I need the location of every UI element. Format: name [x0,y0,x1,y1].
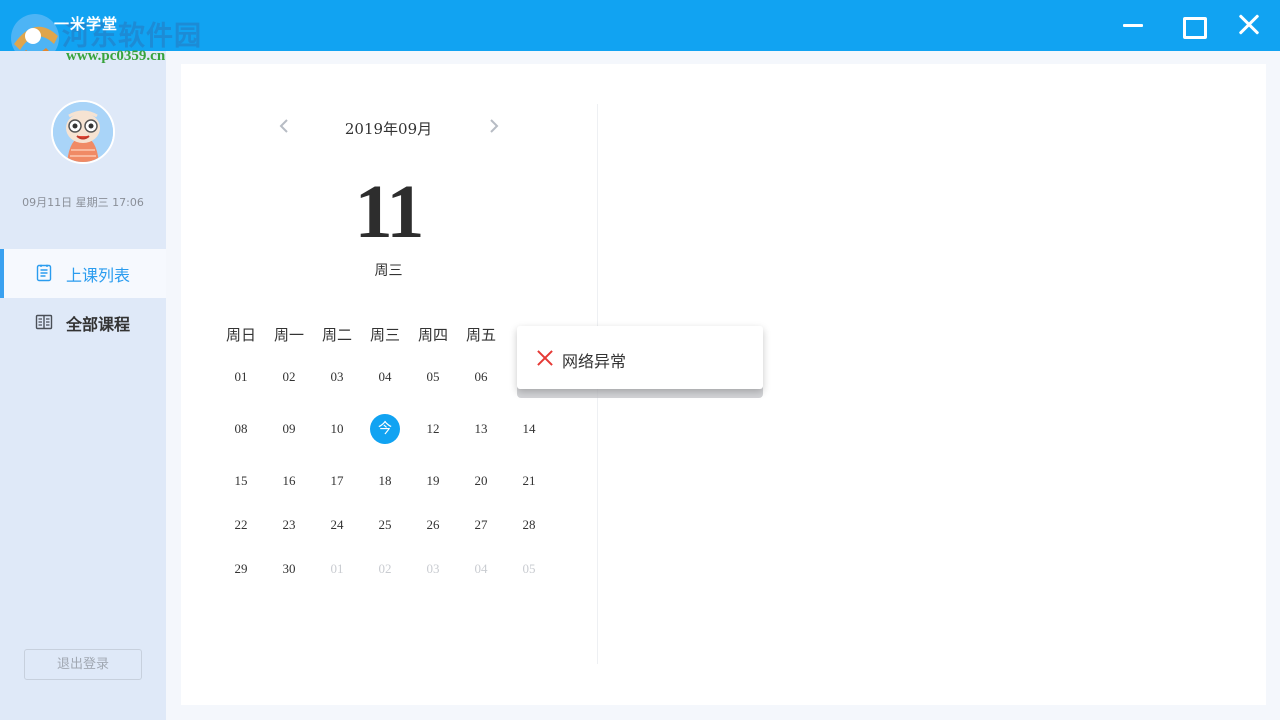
watermark-url: www.pc0359.cn [66,48,166,64]
maximize-icon[interactable] [1177,10,1207,40]
weekday-header: 周五 [465,326,496,344]
calendar-day[interactable]: 05 [509,554,549,584]
weekday-header: 周一 [273,326,304,344]
calendar-day[interactable]: 12 [413,414,453,444]
calendar-day[interactable]: 04 [461,554,501,584]
sidebar: 09月11日 星期三 17:06 上课列表 全部课程 退出登录 [0,51,166,720]
sidebar-item-all-courses[interactable]: 全部课程 [0,298,166,347]
calendar-day[interactable]: 02 [365,554,405,584]
calendar-day[interactable]: 25 [365,510,405,540]
calendar-day[interactable]: 08 [221,414,261,444]
chevron-left-icon[interactable] [277,119,291,133]
calendar-day[interactable]: 10 [317,414,357,444]
calendar-day[interactable]: 21 [509,466,549,496]
toast-message: 网络异常 [562,352,627,371]
calendar-month-title: 2019年09月 [344,120,433,138]
sidebar-item-class-list[interactable]: 上课列表 [0,249,166,298]
calendar-day[interactable]: 18 [365,466,405,496]
current-datetime: 09月11日 星期三 17:06 [22,196,144,209]
weekday-header: 周日 [225,326,256,344]
calendar-day[interactable]: 06 [461,362,501,392]
calendar-day[interactable]: 16 [269,466,309,496]
weekday-header: 周四 [417,326,448,344]
calendar-day[interactable]: 14 [509,414,549,444]
calendar-day[interactable]: 02 [269,362,309,392]
list-icon [36,264,52,282]
calendar-day[interactable]: 24 [317,510,357,540]
calendar-day[interactable]: 03 [317,362,357,392]
selected-day-number: 11 [354,170,425,254]
chevron-right-icon[interactable] [487,119,501,133]
calendar-day[interactable]: 29 [221,554,261,584]
calendar-day[interactable]: 03 [413,554,453,584]
calendar-day[interactable]: 26 [413,510,453,540]
weekday-header: 周三 [369,326,400,344]
calendar-day[interactable]: 19 [413,466,453,496]
calendar-day[interactable]: 22 [221,510,261,540]
calendar-day[interactable]: 20 [461,466,501,496]
calendar-day[interactable]: 15 [221,466,261,496]
calendar-day[interactable]: 01 [221,362,261,392]
minimize-icon[interactable] [1118,10,1148,40]
today-badge: 今 [370,414,400,444]
calendar-day-today[interactable]: 今 [365,414,405,444]
calendar-day[interactable]: 30 [269,554,309,584]
calendar-day[interactable]: 27 [461,510,501,540]
book-icon [35,314,53,330]
close-icon[interactable] [1234,10,1264,40]
logout-button[interactable]: 退出登录 [24,649,142,680]
calendar-day[interactable]: 04 [365,362,405,392]
sidebar-item-label: 上课列表 [66,266,131,285]
calendar-day[interactable]: 01 [317,554,357,584]
avatar[interactable] [51,100,115,164]
calendar-day[interactable]: 23 [269,510,309,540]
selected-weekday: 周三 [374,263,403,279]
app-title: 一米学堂 [54,15,119,33]
calendar-day[interactable]: 13 [461,414,501,444]
error-x-icon [537,350,553,366]
calendar-day[interactable]: 05 [413,362,453,392]
weekday-header: 周二 [321,326,352,344]
avatar-image [53,102,113,162]
sidebar-item-label: 全部课程 [66,315,131,334]
error-toast: 网络异常 [517,326,763,389]
calendar-day[interactable]: 28 [509,510,549,540]
calendar-day[interactable]: 17 [317,466,357,496]
title-bar: 河东软件园 一米学堂 [0,0,1280,62]
calendar-day[interactable]: 09 [269,414,309,444]
